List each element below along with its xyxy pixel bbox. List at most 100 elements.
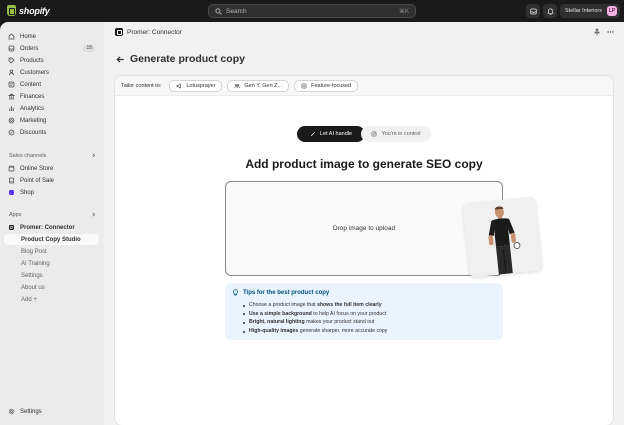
tip-item: Use a simple background to help AI focus… [243, 310, 387, 319]
sidebar-item-settings[interactable]: Settings [4, 406, 99, 417]
sidebar-item-finances[interactable]: Finances [4, 91, 99, 102]
chip-audience[interactable]: Gen Y, Gen Z... [227, 79, 290, 92]
app-icon [115, 28, 123, 36]
orders-icon [8, 45, 15, 52]
breadcrumb-app-name[interactable]: Promer: Connector [127, 29, 182, 36]
sidebar-item-add[interactable]: Add + [4, 294, 99, 305]
page-title: Generate product copy [130, 53, 245, 65]
chip-brand[interactable]: Lotusprayer [169, 79, 223, 92]
sidebar-item-shop[interactable]: Shop [4, 187, 99, 198]
drop-label: Drop image to upload [332, 225, 396, 232]
shopify-bag-icon [7, 5, 16, 16]
pin-icon[interactable] [593, 28, 601, 36]
search-shortcut: ⌘K [398, 8, 409, 15]
toggle-active-label: Let AI handle [319, 131, 353, 137]
person-icon [8, 69, 15, 76]
sidebar-item-label: AI Training [21, 260, 50, 267]
more-actions-icon[interactable] [606, 28, 615, 36]
model-illustration [462, 196, 543, 278]
sidebar-item-label: About us [21, 284, 45, 291]
list-icon [301, 83, 307, 88]
headline: Add product image to generate SEO copy [245, 157, 483, 171]
tip-item: Choose a product image that shows the fu… [243, 301, 387, 310]
sidebar-item-analytics[interactable]: Analytics [4, 103, 99, 114]
image-drop-zone[interactable]: Drop image to upload [225, 181, 503, 276]
shopify-logo[interactable]: shopify [7, 5, 50, 16]
sidebar-item-label: Blog Post [21, 248, 47, 255]
sidebar-item-product-copy-studio[interactable]: Product Copy Studio [4, 234, 99, 245]
sidebar-item-customers[interactable]: Customers [4, 67, 99, 78]
avatar: LP [607, 6, 617, 16]
sidebar-item-app-settings[interactable]: Settings [4, 270, 99, 281]
logo-text: shopify [19, 5, 50, 16]
sidebar-item-products[interactable]: Products [4, 55, 99, 66]
sidebar-item-online-store[interactable]: Online Store [4, 163, 99, 174]
bell-icon [546, 7, 554, 15]
example-product-photo [462, 196, 543, 278]
store-name: Stellar Interiors [565, 8, 602, 14]
mode-toggle: Let AI handle You're in control [297, 126, 432, 142]
people-icon [234, 83, 241, 88]
chevron-right-icon[interactable] [91, 153, 96, 158]
chip-label: Feature-focused [311, 82, 352, 89]
sidebar-item-label: Products [20, 57, 44, 64]
store-menu-button[interactable]: Stellar Interiors LP [560, 4, 620, 18]
notifications-button[interactable] [543, 4, 557, 18]
sidebar-item-blog-post[interactable]: Blog Post [4, 246, 99, 257]
sidebar-item-label: Promer: Connector [20, 224, 75, 231]
let-ai-handle-button[interactable]: Let AI handle [297, 126, 365, 142]
back-arrow-icon[interactable] [116, 55, 125, 64]
sidebar-item-about-us[interactable]: About us [4, 282, 99, 293]
search-bar[interactable]: Search ⌘K [208, 4, 416, 18]
top-bar: shopify Search ⌘K Stellar Interiors LP [0, 0, 624, 22]
breadcrumb: Promer: Connector [115, 28, 182, 36]
sidebar-item-label: Marketing [20, 117, 47, 124]
search-placeholder: Search [226, 7, 247, 15]
content-card: Tailor content to: Lotusprayer Gen Y, Ge… [115, 76, 613, 425]
sidebar: Home Orders 15 Products Customers Conten… [0, 22, 104, 425]
sidebar-item-label: Online Store [20, 165, 54, 172]
sidebar-item-point-of-sale[interactable]: Point of Sale [4, 175, 99, 186]
chip-focus[interactable]: Feature-focused [294, 79, 359, 92]
sidebar-item-label: Settings [21, 272, 43, 279]
toggle-inactive-label: You're in control [381, 131, 421, 137]
sidebar-item-orders[interactable]: Orders 15 [4, 43, 99, 54]
sidebar-item-marketing[interactable]: Marketing [4, 115, 99, 126]
lightbulb-icon [233, 289, 238, 296]
megaphone-icon [176, 82, 182, 89]
youre-in-control-button[interactable]: You're in control [361, 126, 431, 142]
apps-heading: Apps [9, 212, 22, 218]
gear-icon [8, 408, 15, 415]
bank-icon [8, 93, 15, 100]
inbox-button[interactable] [526, 4, 540, 18]
sidebar-item-label: Home [20, 33, 37, 40]
sidebar-item-label: Orders [20, 45, 39, 52]
sidebar-item-ai-training[interactable]: AI Training [4, 258, 99, 269]
tip-item: High-quality images generate sharper, mo… [243, 327, 387, 336]
discount-icon [8, 129, 15, 136]
inbox-icon [529, 8, 537, 14]
chart-icon [8, 105, 15, 112]
sidebar-item-label: Customers [20, 69, 50, 76]
sidebar-item-content[interactable]: Content [4, 79, 99, 90]
tag-icon [8, 57, 15, 64]
shop-icon [8, 189, 15, 196]
sidebar-item-discounts[interactable]: Discounts [4, 127, 99, 138]
tip-item: Bright, natural lighting makes your prod… [243, 318, 387, 327]
page-header: Generate product copy [116, 53, 245, 65]
sidebar-item-label: Analytics [20, 105, 45, 112]
main-area: Promer: Connector Generate product copy … [104, 22, 624, 425]
sidebar-item-label: Settings [20, 408, 42, 415]
sidebar-item-label: Point of Sale [20, 177, 55, 184]
chip-label: Gen Y, Gen Z... [244, 82, 283, 89]
app-icon [8, 224, 15, 231]
sidebar-item-home[interactable]: Home [4, 31, 99, 42]
tips-list: Choose a product image that shows the fu… [243, 301, 387, 336]
orders-count-badge: 15 [83, 45, 95, 52]
sidebar-item-promer-connector[interactable]: Promer: Connector [4, 222, 99, 233]
sidebar-item-label: Product Copy Studio [21, 236, 81, 243]
chevron-right-icon[interactable] [91, 212, 96, 217]
sidebar-item-label: Content [20, 81, 42, 88]
sidebar-item-label: Add + [21, 296, 37, 303]
tips-title-text: Tips for the best product copy [243, 289, 330, 296]
